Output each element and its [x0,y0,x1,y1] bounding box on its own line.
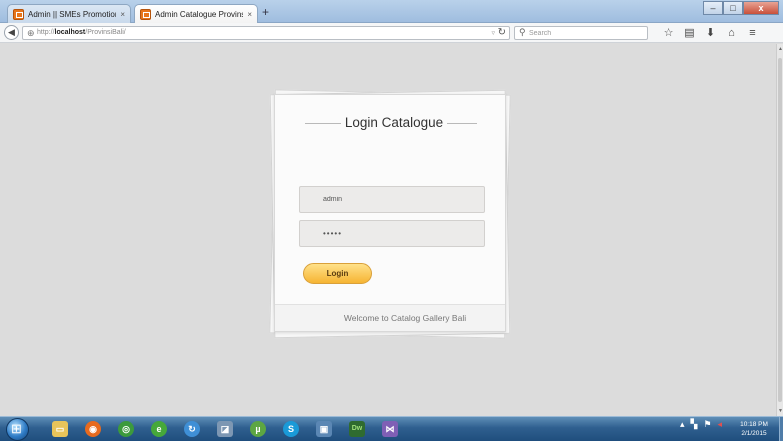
reload-icon[interactable]: ↻ [498,27,506,38]
search-input[interactable] [529,28,639,39]
app-window-icon[interactable]: ▣ [307,417,340,441]
site-favicon-icon [140,8,151,20]
login-footer: Welcome to Catalog Gallery Bali [275,304,505,331]
tray-expand-icon[interactable]: ▴ [680,419,685,430]
close-window-button[interactable]: x [743,1,779,15]
maximize-button[interactable]: □ [723,1,743,15]
welcome-text: Welcome to Catalog Gallery Bali [343,313,467,323]
menu-icon[interactable]: ≡ [742,25,763,41]
visual-studio-icon[interactable]: ⋈ [373,417,406,441]
login-title: Login Catalogue [344,115,444,130]
chrome-icon[interactable]: ◎ [109,417,142,441]
dreamweaver-icon[interactable]: Dw [340,417,373,441]
login-heading: Login Catalogue [305,115,477,131]
download-icon[interactable]: ⬇ [700,25,721,41]
site-favicon-icon [13,8,24,20]
search-box[interactable]: ⚲ [514,26,648,40]
utorrent-icon[interactable]: µ [241,417,274,441]
window-controls: – □ x [703,1,779,15]
username-input[interactable] [299,186,485,213]
heading-divider [447,123,477,124]
firefox-icon[interactable]: ◉ [76,417,109,441]
scroll-up-icon[interactable]: ▲ [778,46,783,52]
app-blue-icon[interactable]: ↻ [175,417,208,441]
start-button[interactable] [6,418,29,441]
edge-green-icon[interactable]: e [142,417,175,441]
system-clock[interactable]: 10:18 PM 2/1/2015 [729,420,779,438]
windows-taskbar: ▭ ◉ ◎ e ↻ ◪ µ S ▣ Dw ⋈ ▴ ▚ ⚑ ◂ 10:18 PM … [0,416,783,441]
home-icon[interactable]: ⌂ [721,25,742,41]
url-text: http://localhost/ProvinsiBali/ [37,29,126,36]
new-tab-button[interactable]: + [262,5,269,19]
address-bar[interactable]: ⊕ http://localhost/ProvinsiBali/ ▿ ↻ [22,26,510,40]
tab-close-icon[interactable]: × [120,10,125,19]
scrollbar-thumb[interactable] [778,58,782,402]
browser-titlebar: Admin || SMEs Promotion × Admin Catalogu… [0,0,783,23]
minimize-button[interactable]: – [703,1,723,15]
reading-list-icon[interactable]: ▤ [679,25,700,41]
search-icon: ⚲ [519,27,526,37]
app-gray-icon[interactable]: ◪ [208,417,241,441]
login-button[interactable]: Login [303,263,372,284]
heading-divider [305,123,341,124]
clock-time: 10:18 PM [740,421,768,428]
tab-title: Admin || SMEs Promotion [28,9,117,19]
volume-icon[interactable]: ◂ [718,419,723,430]
taskbar-apps: ▭ ◉ ◎ e ↻ ◪ µ S ▣ Dw ⋈ [43,417,406,441]
globe-icon: ⊕ [27,28,35,38]
tab-admin-catalogue[interactable]: Admin Catalogue Provinsi ... × [134,4,258,23]
flag-icon[interactable]: ⚑ [703,419,711,430]
skype-icon[interactable]: S [274,417,307,441]
vertical-scrollbar[interactable]: ▲ ▼ [776,44,783,416]
clock-date: 2/1/2015 [741,430,767,437]
bookmark-star-icon[interactable]: ☆ [658,25,679,41]
back-button[interactable]: ◀ [4,25,19,40]
scroll-down-icon[interactable]: ▼ [778,408,783,414]
password-input[interactable] [299,220,485,247]
show-desktop-button[interactable] [779,417,783,441]
system-tray: ▴ ▚ ⚑ ◂ [680,419,722,430]
browser-toolbar: ☆ ▤ ⬇ ⌂ ≡ [658,25,763,41]
tab-title: Admin Catalogue Provinsi ... [155,9,244,19]
browser-navbar: ◀ ⊕ http://localhost/ProvinsiBali/ ▿ ↻ ⚲… [0,23,783,43]
url-dropdown-icon[interactable]: ▿ [491,29,495,37]
tab-close-icon[interactable]: × [247,10,252,19]
login-card: Login Catalogue Login Welcome to Catalog… [274,94,506,332]
tab-admin-smes[interactable]: Admin || SMEs Promotion × [7,4,131,23]
network-icon[interactable]: ▚ [691,419,698,430]
windows-explorer-icon[interactable]: ▭ [43,417,76,441]
